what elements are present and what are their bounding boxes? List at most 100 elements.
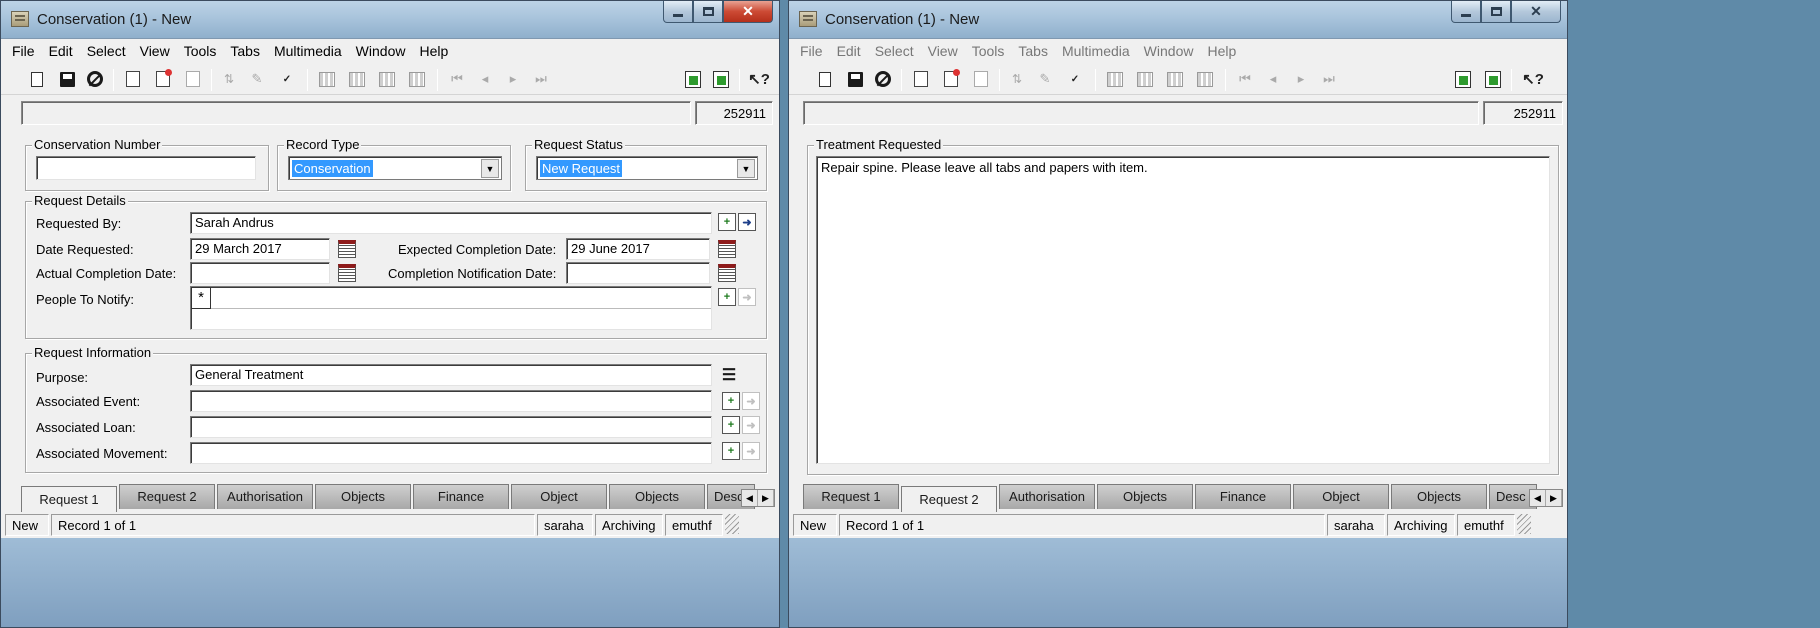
- prev-record-button[interactable]: ◂: [1263, 69, 1283, 89]
- menu-tools[interactable]: Tools: [177, 43, 224, 59]
- open-person-button[interactable]: ➜: [738, 288, 756, 306]
- attach-button[interactable]: [683, 69, 703, 89]
- add-movement-button[interactable]: +: [722, 442, 740, 460]
- tab-objects[interactable]: Objects: [1097, 484, 1193, 509]
- last-record-button[interactable]: ⏭: [1319, 69, 1339, 89]
- title-bar[interactable]: Conservation (1) - New ✕: [789, 1, 1567, 39]
- first-record-button[interactable]: ⏮: [1235, 69, 1255, 89]
- completion-notification-field[interactable]: [566, 262, 710, 284]
- calendar-icon[interactable]: [718, 264, 736, 282]
- menu-edit[interactable]: Edit: [42, 43, 80, 59]
- chevron-left-icon[interactable]: ◀: [1530, 490, 1546, 506]
- menu-tools[interactable]: Tools: [965, 43, 1012, 59]
- view-page-button[interactable]: [377, 69, 397, 89]
- associated-loan-field[interactable]: [190, 416, 712, 438]
- date-requested-field[interactable]: 29 March 2017: [190, 238, 330, 260]
- calendar-icon[interactable]: [718, 240, 736, 258]
- delete-record-button[interactable]: [153, 69, 173, 89]
- menu-view[interactable]: View: [921, 43, 965, 59]
- tab-finance[interactable]: Finance: [413, 484, 509, 509]
- close-button[interactable]: ✕: [723, 1, 773, 23]
- tab-objects-2[interactable]: Objects: [1391, 484, 1487, 509]
- tab-request-2[interactable]: Request 2: [901, 486, 997, 512]
- maximize-button[interactable]: [693, 1, 723, 23]
- title-bar[interactable]: Conservation (1) - New ✕: [1, 1, 779, 39]
- spellcheck-button[interactable]: ✓: [277, 69, 297, 89]
- associated-event-field[interactable]: [190, 390, 712, 412]
- new-row-marker[interactable]: *: [191, 287, 211, 309]
- menu-help[interactable]: Help: [1200, 43, 1243, 59]
- spellcheck-button[interactable]: ✓: [1065, 69, 1085, 89]
- tab-request-1[interactable]: Request 1: [803, 484, 899, 509]
- view-list-button[interactable]: [317, 69, 337, 89]
- menu-file[interactable]: File: [793, 43, 830, 59]
- edit-button[interactable]: ✎: [247, 69, 267, 89]
- open-movement-button[interactable]: ➜: [742, 442, 760, 460]
- sort-button[interactable]: ⇅: [1007, 69, 1027, 89]
- chevron-right-icon[interactable]: ▶: [758, 490, 774, 506]
- delete-record-button[interactable]: [941, 69, 961, 89]
- people-to-notify-grid[interactable]: *: [190, 286, 712, 330]
- help-button[interactable]: ↖?: [1522, 69, 1544, 89]
- open-requester-button[interactable]: ➜: [738, 213, 756, 231]
- add-event-button[interactable]: +: [722, 392, 740, 410]
- menu-tabs[interactable]: Tabs: [1011, 43, 1055, 59]
- next-record-button[interactable]: ▸: [1291, 69, 1311, 89]
- request-status-select[interactable]: New Request ▼: [536, 156, 758, 180]
- app-icon[interactable]: [11, 11, 29, 27]
- record-type-select[interactable]: Conservation ▼: [288, 156, 502, 180]
- menu-window[interactable]: Window: [349, 43, 413, 59]
- requested-by-field[interactable]: Sarah Andrus: [190, 212, 712, 234]
- resize-grip[interactable]: [1517, 514, 1531, 534]
- menu-window[interactable]: Window: [1137, 43, 1201, 59]
- edit-button[interactable]: ✎: [1035, 69, 1055, 89]
- close-button[interactable]: ✕: [1511, 1, 1561, 23]
- tab-objects[interactable]: Objects: [315, 484, 411, 509]
- tab-request-2[interactable]: Request 2: [119, 484, 215, 509]
- menu-view[interactable]: View: [133, 43, 177, 59]
- retrieve-button[interactable]: [123, 69, 143, 89]
- tab-authorisation[interactable]: Authorisation: [999, 484, 1095, 509]
- menu-edit[interactable]: Edit: [830, 43, 868, 59]
- add-person-button[interactable]: +: [718, 288, 736, 306]
- tab-request-1[interactable]: Request 1: [21, 486, 117, 512]
- menu-tabs[interactable]: Tabs: [223, 43, 267, 59]
- view-page-button[interactable]: [1165, 69, 1185, 89]
- menu-multimedia[interactable]: Multimedia: [1055, 43, 1137, 59]
- tab-object[interactable]: Object: [511, 484, 607, 509]
- tab-finance[interactable]: Finance: [1195, 484, 1291, 509]
- people-row[interactable]: [191, 287, 711, 309]
- conservation-number-input[interactable]: [36, 156, 256, 180]
- calendar-icon[interactable]: [338, 264, 356, 282]
- chevron-down-icon[interactable]: ▼: [737, 159, 755, 178]
- associated-movement-field[interactable]: [190, 442, 712, 464]
- prev-record-button[interactable]: ◂: [475, 69, 495, 89]
- next-record-button[interactable]: ▸: [503, 69, 523, 89]
- cancel-button[interactable]: [873, 69, 893, 89]
- view-grid-button[interactable]: [347, 69, 367, 89]
- detach-button[interactable]: [1483, 69, 1503, 89]
- tab-objects-2[interactable]: Objects: [609, 484, 705, 509]
- attach-button[interactable]: [1453, 69, 1473, 89]
- open-event-button[interactable]: ➜: [742, 392, 760, 410]
- menu-help[interactable]: Help: [412, 43, 455, 59]
- resize-grip[interactable]: [725, 514, 739, 534]
- view-image-button[interactable]: [407, 69, 427, 89]
- view-grid-button[interactable]: [1135, 69, 1155, 89]
- menu-file[interactable]: File: [5, 43, 42, 59]
- open-loan-button[interactable]: ➜: [742, 416, 760, 434]
- minimize-button[interactable]: [663, 1, 693, 23]
- view-image-button[interactable]: [1195, 69, 1215, 89]
- blank-record-button[interactable]: [183, 69, 203, 89]
- calendar-icon[interactable]: [338, 240, 356, 258]
- help-button[interactable]: ↖?: [748, 69, 770, 89]
- chevron-down-icon[interactable]: ▼: [481, 159, 499, 178]
- add-loan-button[interactable]: +: [722, 416, 740, 434]
- retrieve-button[interactable]: [911, 69, 931, 89]
- expected-completion-field[interactable]: 29 June 2017: [566, 238, 710, 260]
- detach-button[interactable]: [711, 69, 731, 89]
- view-list-button[interactable]: [1105, 69, 1125, 89]
- menu-select[interactable]: Select: [868, 43, 921, 59]
- actual-completion-field[interactable]: [190, 262, 330, 284]
- blank-record-button[interactable]: [971, 69, 991, 89]
